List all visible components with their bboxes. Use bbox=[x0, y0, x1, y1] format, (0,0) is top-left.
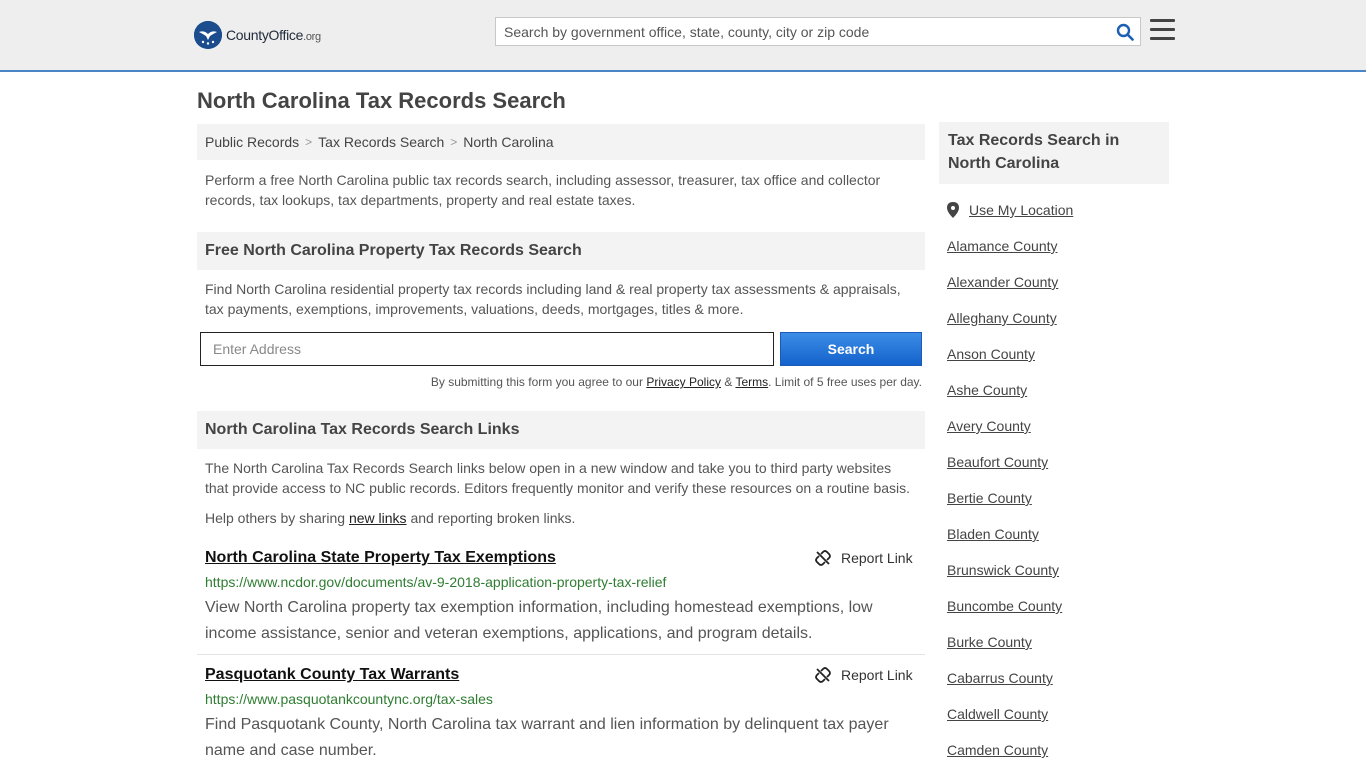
resource-link-title[interactable]: North Carolina State Property Tax Exempt… bbox=[205, 549, 556, 567]
logo-text: CountyOffice.org bbox=[226, 27, 321, 43]
county-link[interactable]: Bladen County bbox=[947, 526, 1062, 562]
report-link-button[interactable]: Report Link bbox=[815, 667, 913, 683]
hamburger-menu-icon[interactable] bbox=[1150, 19, 1176, 43]
report-link-button[interactable]: Report Link bbox=[815, 550, 913, 566]
county-link[interactable]: Anson County bbox=[947, 346, 1062, 382]
site-search bbox=[495, 17, 1141, 46]
search-icon[interactable] bbox=[1110, 18, 1140, 45]
county-link[interactable]: Ashe County bbox=[947, 382, 1062, 418]
help-text: Help others by sharing new links and rep… bbox=[205, 510, 576, 526]
resource-description: Find Pasquotank County, North Carolina t… bbox=[205, 716, 889, 759]
county-link[interactable]: Beaufort County bbox=[947, 454, 1062, 490]
form-disclaimer: By submitting this form you agree to our… bbox=[430, 375, 922, 389]
resource-url: https://www.pasquotankcountync.org/tax-s… bbox=[205, 691, 493, 707]
intro-text: Perform a free North Carolina public tax… bbox=[205, 172, 881, 208]
sidebar-heading: Tax Records Search in North Carolina bbox=[939, 122, 1169, 184]
county-link[interactable]: Alamance County bbox=[947, 238, 1062, 274]
resource-description: View North Carolina property tax exempti… bbox=[205, 599, 873, 642]
county-link[interactable]: Avery County bbox=[947, 418, 1062, 454]
use-my-location-link[interactable]: Use My Location bbox=[947, 202, 1073, 218]
site-search-input[interactable] bbox=[496, 18, 1110, 45]
location-pin-icon bbox=[947, 202, 959, 218]
breadcrumb-separator-icon: > bbox=[450, 135, 458, 149]
county-link[interactable]: Bertie County bbox=[947, 490, 1062, 526]
county-link[interactable]: Brunswick County bbox=[947, 562, 1062, 598]
breadcrumb-tax-records-search[interactable]: Tax Records Search bbox=[318, 134, 444, 150]
address-input[interactable] bbox=[200, 332, 774, 366]
site-header: CountyOffice.org bbox=[0, 0, 1366, 72]
county-link[interactable]: Camden County bbox=[947, 742, 1062, 768]
property-search-description: Find North Carolina residential property… bbox=[205, 281, 901, 317]
logo-eagle-icon bbox=[194, 21, 222, 49]
breadcrumb-north-carolina[interactable]: North Carolina bbox=[463, 134, 553, 150]
breadcrumb-separator-icon: > bbox=[305, 135, 313, 149]
divider bbox=[197, 654, 925, 655]
links-section-description: The North Carolina Tax Records Search li… bbox=[205, 460, 911, 496]
broken-link-icon bbox=[815, 667, 831, 683]
new-links-link[interactable]: new links bbox=[349, 510, 407, 526]
breadcrumb: Public Records > Tax Records Search > No… bbox=[197, 124, 925, 160]
county-link[interactable]: Buncombe County bbox=[947, 598, 1062, 634]
links-section-heading: North Carolina Tax Records Search Links bbox=[197, 411, 925, 449]
page-title: North Carolina Tax Records Search bbox=[197, 88, 566, 113]
resource-url: https://www.ncdor.gov/documents/av-9-201… bbox=[205, 574, 667, 590]
broken-link-icon bbox=[815, 550, 831, 566]
county-link[interactable]: Alexander County bbox=[947, 274, 1062, 310]
county-link[interactable]: Alleghany County bbox=[947, 310, 1062, 346]
county-link[interactable]: Burke County bbox=[947, 634, 1062, 670]
breadcrumb-public-records[interactable]: Public Records bbox=[205, 134, 299, 150]
terms-link[interactable]: Terms bbox=[735, 375, 768, 389]
site-logo[interactable]: CountyOffice.org bbox=[194, 20, 321, 50]
county-link[interactable]: Caldwell County bbox=[947, 706, 1062, 742]
county-link[interactable]: Cabarrus County bbox=[947, 670, 1062, 706]
address-search-button[interactable]: Search bbox=[780, 332, 922, 366]
privacy-policy-link[interactable]: Privacy Policy bbox=[646, 375, 721, 389]
county-list: Alamance County Alexander County Allegha… bbox=[947, 238, 1062, 768]
property-search-heading: Free North Carolina Property Tax Records… bbox=[197, 232, 925, 270]
resource-link-title[interactable]: Pasquotank County Tax Warrants bbox=[205, 666, 459, 684]
